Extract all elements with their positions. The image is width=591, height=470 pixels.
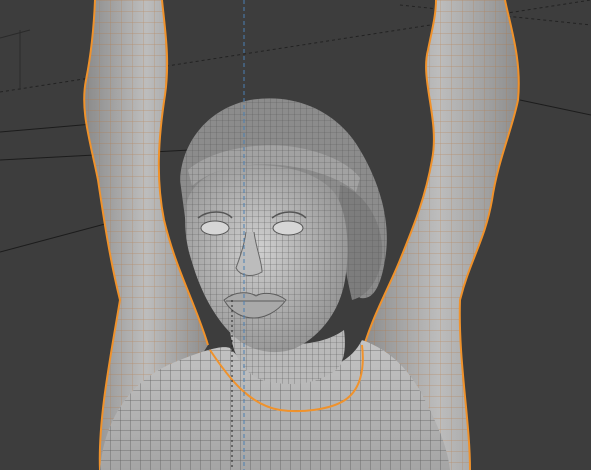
3d-viewport[interactable] bbox=[0, 0, 591, 470]
face-mesh[interactable] bbox=[185, 165, 348, 353]
left-eye bbox=[200, 220, 230, 236]
right-eye bbox=[272, 220, 304, 236]
